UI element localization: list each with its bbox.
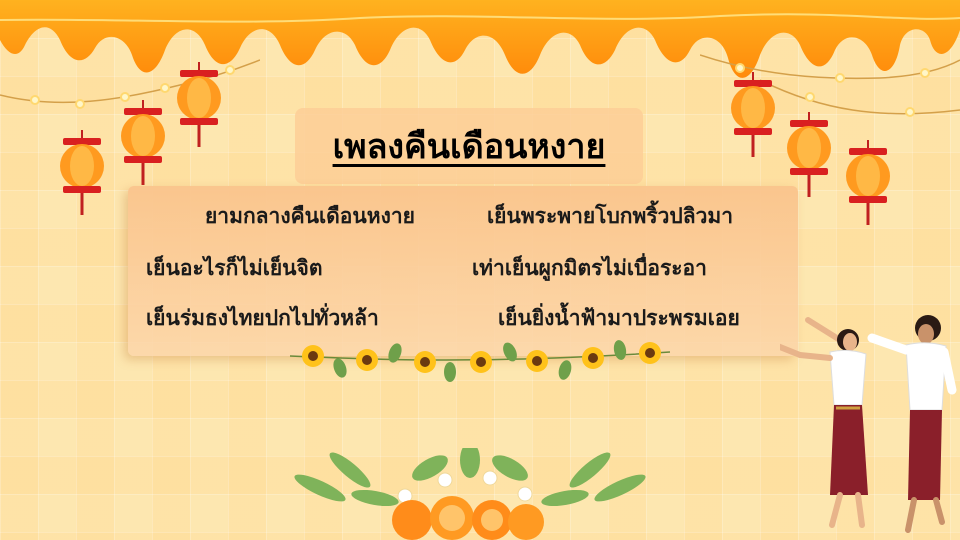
sunflower-garland-icon — [289, 340, 671, 382]
female-dancer-figure — [780, 317, 868, 528]
song-title: เพลงคืนเดือนหงาย — [332, 127, 606, 167]
lantern-icon — [731, 72, 775, 157]
lantern-icon — [177, 62, 221, 147]
lyric-line-3-right: เย็นยิ่งน้ำฟ้ามาประพรมเอย — [498, 306, 740, 330]
lyric-line-1-left: ยามกลางคืนเดือนหงาย — [205, 204, 415, 228]
dancers-image — [780, 315, 957, 533]
lantern-icon — [846, 140, 890, 225]
title-box: เพลงคืนเดือนหงาย — [295, 108, 643, 184]
male-dancer-figure — [867, 315, 957, 533]
lantern-icon — [60, 130, 104, 215]
lantern-icon — [121, 100, 165, 185]
orange-floral-arrangement-icon — [294, 448, 646, 540]
lyric-line-2-left: เย็นอะไรก็ไม่เย็นจิต — [146, 256, 323, 280]
lyric-line-3-left: เย็นร่มธงไทยปกไปทั่วหล้า — [146, 306, 379, 330]
lyric-line-1-right: เย็นพระพายโบกพริ้วปลิวมา — [487, 204, 734, 228]
slide: เพลงคืนเดือนหงาย ยามกลางคืนเดือนหงาย เย็… — [0, 0, 960, 540]
lyric-line-2-right: เท่าเย็นผูกมิตรไม่เบื่อระอา — [472, 256, 707, 280]
